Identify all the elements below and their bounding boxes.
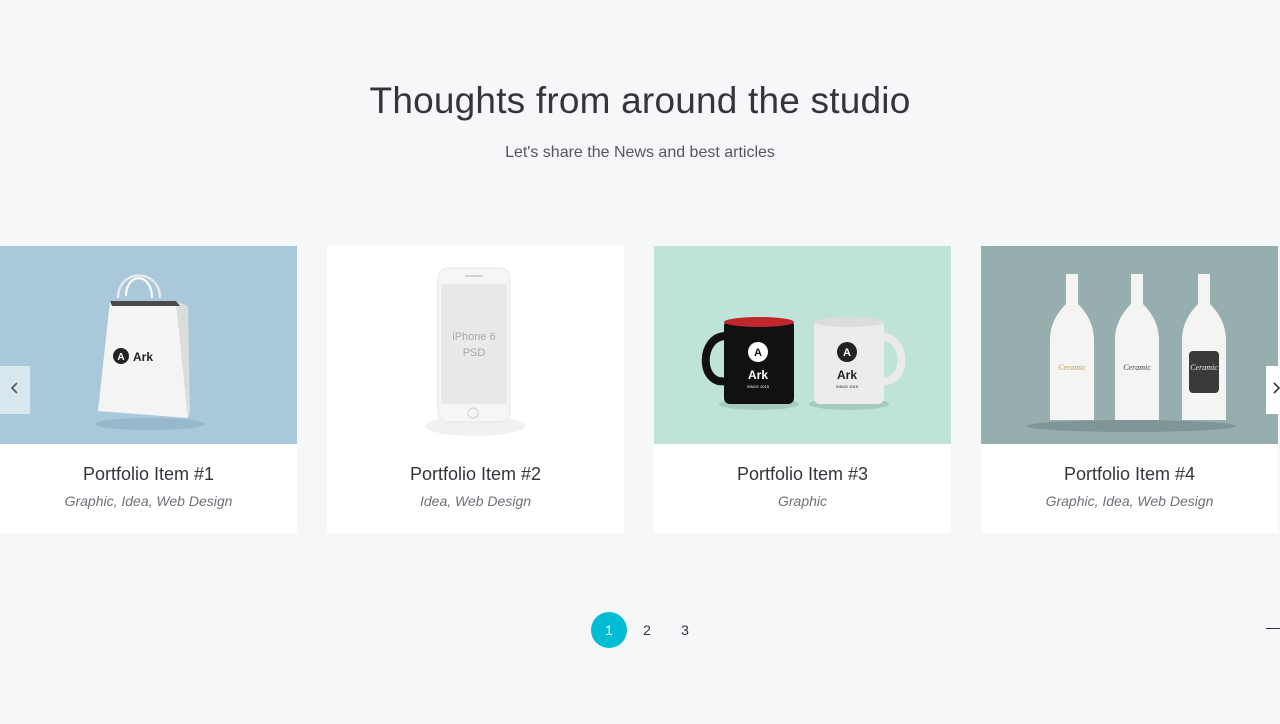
svg-text:A: A bbox=[117, 352, 124, 363]
portfolio-card-2[interactable]: iPhone 6 PSD Portfolio Item #2 Idea, Web… bbox=[327, 246, 624, 533]
svg-text:A: A bbox=[754, 347, 762, 359]
portfolio-card-1[interactable]: A Ark Portfolio Item #1 Graphic, Idea, W… bbox=[0, 246, 297, 533]
svg-text:A: A bbox=[843, 347, 851, 359]
bottles-image[interactable]: Ceramic Ceramic Ceramic bbox=[981, 246, 1278, 444]
svg-text:SINCE 2015: SINCE 2015 bbox=[747, 384, 770, 389]
svg-text:SINCE 2015: SINCE 2015 bbox=[836, 384, 859, 389]
portfolio-card-4[interactable]: Ceramic Ceramic Ceramic Portfolio Item #… bbox=[981, 246, 1278, 533]
section-title: Thoughts from around the studio bbox=[369, 80, 911, 121]
page-1-button[interactable]: 1 bbox=[591, 612, 627, 648]
portfolio-item-title[interactable]: Portfolio Item #4 bbox=[981, 464, 1278, 485]
mugs-image[interactable]: A Ark SINCE 2015 A Ark SINCE 2015 bbox=[654, 246, 951, 444]
carousel-next-button[interactable] bbox=[1266, 366, 1280, 414]
phone-mockup-image[interactable]: iPhone 6 PSD bbox=[327, 246, 624, 444]
section-subtitle: Let's share the News and best articles bbox=[505, 144, 775, 161]
chevron-left-icon bbox=[10, 381, 20, 400]
page-2-button[interactable]: 2 bbox=[629, 612, 665, 648]
svg-text:Ark: Ark bbox=[133, 350, 153, 364]
svg-text:Ceramic: Ceramic bbox=[1190, 363, 1218, 372]
svg-text:iPhone 6: iPhone 6 bbox=[452, 331, 495, 343]
portfolio-card-3[interactable]: A Ark SINCE 2015 A Ark SINCE 2015 Portfo… bbox=[654, 246, 951, 533]
portfolio-item-title[interactable]: Portfolio Item #3 bbox=[654, 464, 951, 485]
portfolio-item-categories: Graphic bbox=[777, 493, 828, 509]
carousel-pagination: 1 2 3 bbox=[591, 612, 705, 648]
svg-text:PSD: PSD bbox=[463, 347, 486, 359]
chevron-right-icon bbox=[1272, 381, 1280, 400]
portfolio-item-categories: Graphic, Idea, Web Design bbox=[64, 493, 233, 509]
portfolio-item-categories: Idea, Web Design bbox=[419, 493, 532, 509]
svg-text:Ark: Ark bbox=[748, 368, 768, 382]
divider-dash bbox=[1266, 628, 1280, 629]
portfolio-section: Thoughts from around the studio Let's sh… bbox=[0, 0, 1280, 724]
portfolio-item-categories: Graphic, Idea, Web Design bbox=[1045, 493, 1214, 509]
shopping-bag-image[interactable]: A Ark bbox=[0, 246, 297, 444]
svg-text:Ark: Ark bbox=[837, 368, 857, 382]
page-3-button[interactable]: 3 bbox=[667, 612, 703, 648]
svg-text:Ceramic: Ceramic bbox=[1123, 363, 1151, 372]
portfolio-item-title[interactable]: Portfolio Item #2 bbox=[327, 464, 624, 485]
carousel-prev-button[interactable] bbox=[0, 366, 30, 414]
portfolio-item-title[interactable]: Portfolio Item #1 bbox=[0, 464, 297, 485]
svg-text:Ceramic: Ceramic bbox=[1058, 363, 1086, 372]
